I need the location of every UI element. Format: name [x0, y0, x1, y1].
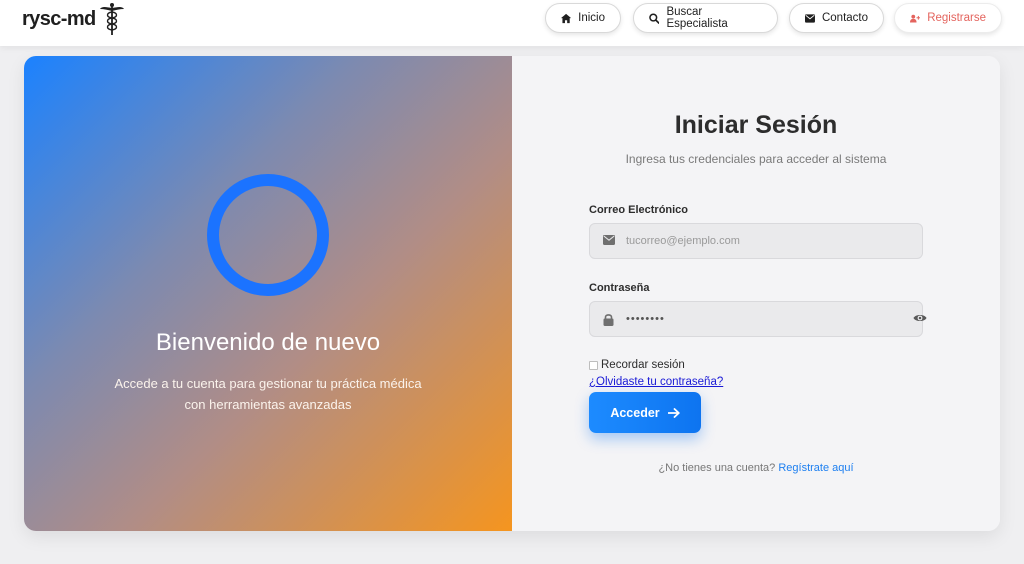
- ring-decoration: [207, 174, 329, 296]
- envelope-icon: [603, 235, 615, 245]
- top-navbar: rysc-md Inicio Buscar Especialista Conta…: [0, 0, 1024, 46]
- logo[interactable]: rysc-md: [22, 2, 125, 36]
- login-form-panel: Iniciar Sesión Ingresa tus credenciales …: [512, 56, 1000, 531]
- remember-session[interactable]: Recordar sesión: [589, 359, 685, 371]
- forgot-password-link[interactable]: ¿Olvidaste tu contraseña?: [589, 376, 723, 388]
- remember-label: Recordar sesión: [601, 359, 685, 371]
- eye-icon[interactable]: [913, 313, 927, 323]
- welcome-panel: Bienvenido de nuevo Accede a tu cuenta p…: [24, 56, 512, 531]
- email-label: Correo Electrónico: [589, 204, 689, 216]
- nav-buscar-especialista-button[interactable]: Buscar Especialista: [633, 3, 778, 33]
- envelope-icon: [805, 13, 815, 23]
- welcome-text-line2: con herramientas avanzadas: [184, 397, 352, 412]
- welcome-description: Accede a tu cuenta para gestionar tu prá…: [98, 373, 438, 415]
- home-icon: [561, 13, 572, 23]
- login-card: Bienvenido de nuevo Accede a tu cuenta p…: [24, 56, 1000, 531]
- password-field-wrapper: [589, 301, 923, 337]
- login-subtitle: Ingresa tus credenciales para acceder al…: [625, 152, 887, 166]
- welcome-text-line1: Accede a tu cuenta para gestionar tu prá…: [114, 376, 422, 391]
- welcome-title: Bienvenido de nuevo: [155, 329, 381, 356]
- caduceus-icon: [99, 3, 124, 35]
- nav-buscar-label: Buscar Especialista: [666, 6, 728, 30]
- submit-label: Acceder: [610, 405, 660, 420]
- search-icon: [649, 12, 660, 24]
- arrow-right-icon: [667, 407, 680, 418]
- email-field-wrapper: [589, 223, 923, 259]
- register-prompt-text: ¿No tienes una cuenta?: [658, 462, 776, 474]
- nav-inicio-label: Inicio: [578, 12, 605, 24]
- nav-registrarse-button[interactable]: Registrarse: [894, 3, 1002, 33]
- password-label: Contraseña: [589, 282, 650, 294]
- nav-contacto-button[interactable]: Contacto: [789, 3, 884, 33]
- register-link[interactable]: Regístrate aquí: [778, 462, 853, 474]
- nav-contacto-label: Contacto: [821, 12, 868, 24]
- login-title: Iniciar Sesión: [674, 111, 838, 139]
- lock-icon: [603, 314, 614, 326]
- register-prompt: ¿No tienes una cuenta? Regístrate aquí: [512, 462, 1000, 474]
- submit-button[interactable]: Acceder: [589, 392, 701, 433]
- logo-text: rysc-md: [22, 7, 96, 30]
- user-plus-icon: [910, 14, 921, 23]
- nav-inicio-button[interactable]: Inicio: [545, 3, 621, 33]
- nav-registrarse-label: Registrarse: [927, 12, 986, 24]
- password-field[interactable]: [626, 302, 906, 336]
- remember-checkbox[interactable]: [589, 360, 598, 370]
- email-field[interactable]: [626, 224, 906, 258]
